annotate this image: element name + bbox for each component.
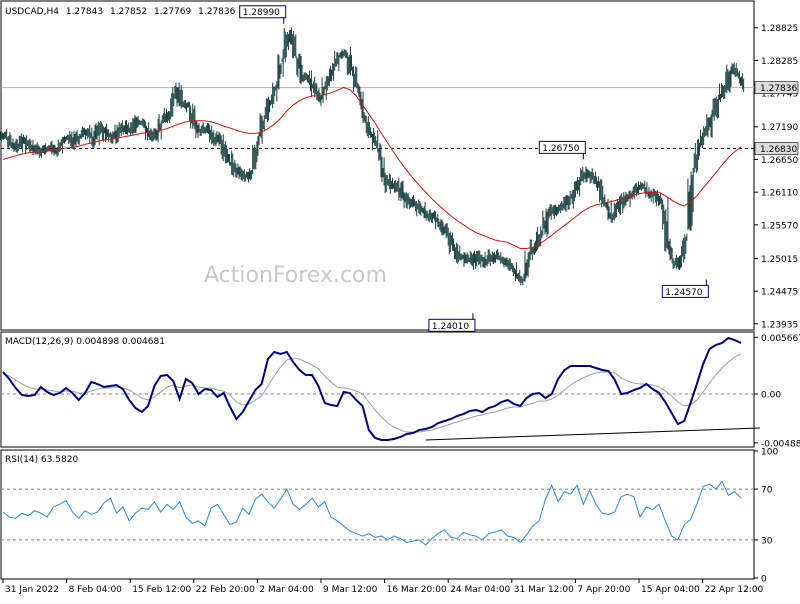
ohlc-close: 1.27836: [198, 7, 235, 17]
x-tick-label: 31 Jan 2022: [5, 585, 59, 595]
macd-tick-label: 0.005667: [761, 334, 800, 344]
macd-tick-label: 0.00: [761, 391, 781, 401]
annotation-label: 1.28990: [243, 8, 280, 18]
watermark-text: ActionForex.com: [204, 263, 387, 288]
rsi-tick-label: 30: [761, 536, 773, 546]
ohlc-open: 1.27843: [66, 7, 103, 17]
macd-y-axis: 0.0056670.00-0.004885: [754, 334, 800, 449]
price-panel-title: USDCAD,H4 1.27843 1.27852 1.27769 1.2783…: [5, 7, 236, 17]
macd-panel-frame: [0, 331, 755, 448]
price-tick-label: 1.27190: [761, 123, 798, 133]
rsi-tick-label: 100: [761, 448, 778, 458]
x-tick-label: 22 Apr 12:00: [705, 585, 764, 595]
price-tick-label: 1.23935: [761, 320, 798, 330]
macd-panel-title: MACD(12,26,9) 0.004898 0.004681: [5, 337, 165, 347]
ohlc-high: 1.27852: [110, 7, 147, 17]
rsi-y-axis: 100 70 30 0: [754, 448, 778, 585]
price-y-axis: 1.288251.282851.277451.271901.266501.261…: [754, 24, 798, 330]
level-label: 1.26830: [760, 145, 797, 155]
price-tick-label: 1.25015: [761, 255, 798, 265]
x-tick-label: 7 Apr 20:00: [577, 585, 630, 595]
rsi-tick-label: 0: [761, 575, 767, 585]
chart-window: ActionForex.com 1.28990 1.26750 1.24010 1.2…: [0, 0, 800, 600]
rsi-tick-label: 70: [761, 486, 773, 496]
rsi-panel-title: RSI(14) 63.5820: [5, 455, 78, 465]
price-tick-label: 1.26110: [761, 189, 798, 199]
x-axis: 31 Jan 2022 8 Feb 04:00 15 Feb 12:00 22 Feb…: [2, 579, 764, 595]
price-tick-label: 1.28285: [761, 57, 798, 67]
current-price-label: 1.27836: [760, 84, 797, 94]
x-tick-label: 31 Mar 12:00: [514, 585, 574, 595]
x-tick-label: 15 Apr 04:00: [641, 585, 700, 595]
price-tick-label: 1.25570: [761, 221, 798, 231]
annotation-label: 1.26750: [542, 144, 579, 154]
symbol-label: USDCAD,H4: [5, 7, 59, 17]
ohlc-low: 1.27769: [154, 7, 191, 17]
x-tick-label: 8 Feb 04:00: [69, 585, 123, 595]
price-tick-label: 1.26650: [761, 156, 798, 166]
rsi-panel-frame: [0, 449, 755, 580]
price-tick-label: 1.28825: [761, 24, 798, 34]
x-tick-label: 2 Mar 04:00: [259, 585, 314, 595]
x-tick-label: 9 Mar 12:00: [323, 585, 378, 595]
annotation-label: 1.24010: [432, 322, 469, 332]
x-tick-label: 24 Mar 04:00: [450, 585, 510, 595]
x-tick-label: 16 Mar 20:00: [387, 585, 447, 595]
x-tick-label: 15 Feb 12:00: [132, 585, 191, 595]
chart-svg: ActionForex.com 1.28990 1.26750 1.24010 1.2…: [0, 0, 800, 595]
annotation-label: 1.24570: [665, 288, 702, 298]
price-tick-label: 1.24475: [761, 288, 798, 298]
x-tick-label: 22 Feb 20:00: [196, 585, 255, 595]
